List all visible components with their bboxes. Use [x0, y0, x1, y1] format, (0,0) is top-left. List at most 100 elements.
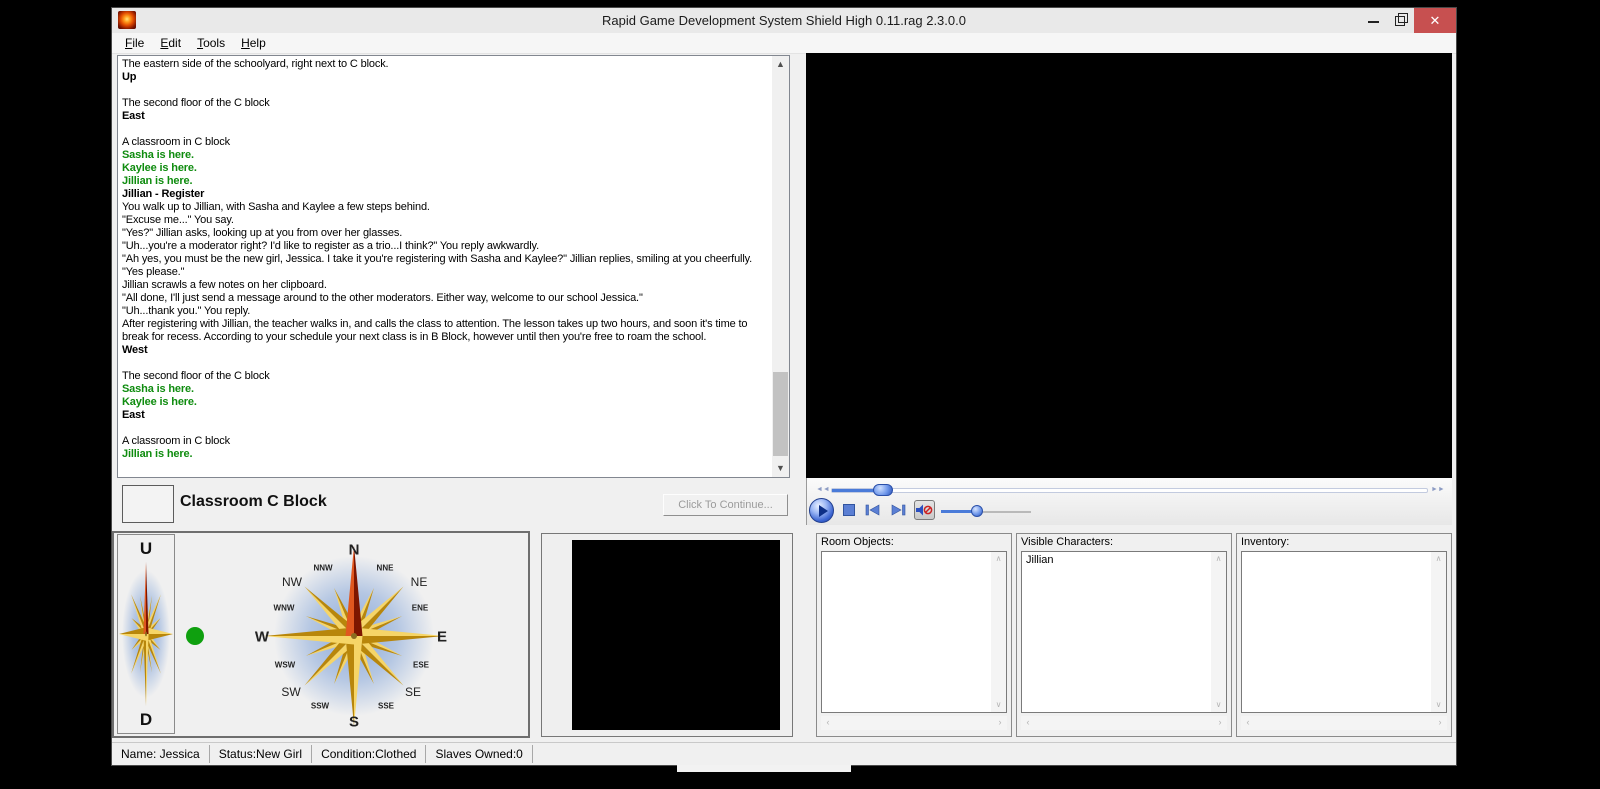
vertical-scrollbar[interactable]: ▲ ▼ [772, 56, 789, 477]
story-line: East [122, 409, 771, 422]
window-title: Rapid Game Development System Shield Hig… [112, 8, 1456, 33]
updown-compass-needle [118, 535, 174, 733]
horizontal-scrollbar[interactable]: ‹ › [1241, 716, 1447, 730]
scroll-left-icon[interactable]: ‹ [821, 716, 835, 730]
next-button[interactable] [890, 504, 906, 516]
status-cell: Status:New Girl [210, 745, 312, 763]
story-line: You walk up to Jillian, with Sasha and K… [122, 201, 771, 214]
vertical-scrollbar[interactable]: ∧ ∨ [1211, 552, 1226, 712]
seek-slider-track[interactable] [831, 488, 1428, 493]
compass-point-ssw[interactable]: SSW [311, 702, 329, 711]
scroll-down-icon[interactable]: ∨ [1211, 698, 1226, 712]
compass-point-n[interactable]: N [349, 542, 360, 559]
story-line: Kaylee is here. [122, 162, 771, 175]
play-button[interactable] [809, 498, 834, 523]
story-line [122, 123, 771, 136]
scroll-left-icon[interactable]: ‹ [1021, 716, 1035, 730]
story-line: "All done, I'll just send a message arou… [122, 292, 771, 305]
vertical-scrollbar[interactable]: ∧ ∨ [991, 552, 1006, 712]
vertical-scrollbar[interactable]: ∧ ∨ [1431, 552, 1446, 712]
minimize-icon [1368, 21, 1379, 23]
fast-forward-icon[interactable]: ►► [1431, 486, 1445, 493]
compass-point-s[interactable]: S [349, 714, 359, 731]
scroll-down-icon[interactable]: ▼ [772, 460, 789, 477]
status-cell: Slaves Owned:0 [426, 745, 532, 763]
room-objects-panel: Room Objects: ∧ ∨ ‹ › [816, 533, 1012, 737]
compass-point-e[interactable]: E [437, 629, 447, 646]
scroll-up-icon[interactable]: ∧ [991, 552, 1006, 566]
story-line: A classroom in C block [122, 435, 771, 448]
story-text: The eastern side of the schoolyard, righ… [119, 57, 771, 476]
scrollbar-thumb[interactable] [773, 372, 788, 456]
story-line: "Uh...you're a moderator right? I'd like… [122, 240, 771, 253]
visible-characters-label: Visible Characters: [1021, 536, 1113, 548]
scroll-right-icon[interactable]: › [1213, 716, 1227, 730]
horizontal-scrollbar[interactable]: ‹ › [821, 716, 1007, 730]
menu-item-help[interactable]: Help [233, 33, 274, 53]
inventory-label: Inventory: [1241, 536, 1289, 548]
title-bar[interactable]: Rapid Game Development System Shield Hig… [112, 8, 1456, 34]
media-control-bar: ◄◄ ►► [806, 478, 1452, 525]
story-panel: The eastern side of the schoolyard, righ… [117, 55, 790, 478]
menu-item-edit[interactable]: Edit [152, 33, 189, 53]
scroll-down-icon[interactable]: ∨ [991, 698, 1006, 712]
menu-item-file[interactable]: File [117, 33, 152, 53]
story-line: The second floor of the C block [122, 370, 771, 383]
compass-point-nw[interactable]: NW [282, 575, 302, 589]
story-line: Jillian - Register [122, 188, 771, 201]
room-objects-list[interactable]: ∧ ∨ [821, 551, 1007, 713]
stop-button[interactable] [843, 504, 855, 516]
continue-button[interactable]: Click To Continue... [663, 494, 788, 516]
compass-point-ese[interactable]: ESE [413, 661, 429, 670]
close-icon: ✕ [1430, 13, 1441, 28]
restore-button[interactable] [1387, 8, 1414, 33]
volume-slider-thumb[interactable] [971, 505, 983, 517]
scroll-down-icon[interactable]: ∨ [1431, 698, 1446, 712]
story-line: Jillian scrawls a few notes on her clipb… [122, 279, 771, 292]
scroll-up-icon[interactable]: ▲ [772, 56, 789, 73]
story-line [122, 84, 771, 97]
seek-slider-thumb[interactable] [873, 484, 893, 496]
visible-characters-list[interactable]: Jillian ∧ ∨ [1021, 551, 1227, 713]
compass-point-nne[interactable]: NNE [377, 564, 394, 573]
scroll-up-icon[interactable]: ∧ [1431, 552, 1446, 566]
scroll-left-icon[interactable]: ‹ [1241, 716, 1255, 730]
story-line: "Ah yes, you must be the new girl, Jessi… [122, 253, 771, 266]
location-image-placeholder [122, 485, 174, 523]
compass-point-down[interactable]: D [118, 710, 174, 730]
story-line: Up [122, 71, 771, 84]
menu-item-tools[interactable]: Tools [189, 33, 233, 53]
story-line: The eastern side of the schoolyard, righ… [122, 58, 771, 71]
updown-compass: U D [117, 534, 175, 734]
compass-point-nnw[interactable]: NNW [313, 564, 332, 573]
minimize-button[interactable] [1360, 8, 1387, 33]
story-line [122, 357, 771, 370]
close-button[interactable]: ✕ [1414, 8, 1456, 33]
list-item[interactable]: Jillian [1023, 553, 1210, 567]
status-cell: Condition:Clothed [312, 745, 426, 763]
scroll-right-icon[interactable]: › [993, 716, 1007, 730]
compass-point-w[interactable]: W [255, 629, 269, 646]
scroll-up-icon[interactable]: ∧ [1211, 552, 1226, 566]
compass-point-se[interactable]: SE [405, 685, 421, 699]
menu-bar: FileEditToolsHelp [112, 33, 1456, 54]
mute-button[interactable] [914, 500, 935, 520]
compass-point-ne[interactable]: NE [411, 575, 428, 589]
play-icon [819, 505, 828, 517]
compass-point-wnw[interactable]: WNW [274, 604, 295, 613]
compass-point-wsw[interactable]: WSW [275, 661, 295, 670]
rewind-icon[interactable]: ◄◄ [816, 486, 830, 493]
inventory-panel: Inventory: ∧ ∨ ‹ › [1236, 533, 1452, 737]
story-line: After registering with Jillian, the teac… [122, 318, 771, 344]
story-line: "Excuse me..." You say. [122, 214, 771, 227]
compass-rose-panel: N NNW NNE NW NE WNW ENE W E WSW ESE SW SE SSW SSE S [176, 534, 528, 735]
compass-point-ene[interactable]: ENE [412, 604, 428, 613]
compass-point-sw[interactable]: SW [281, 685, 300, 699]
horizontal-scrollbar[interactable]: ‹ › [1021, 716, 1227, 730]
inventory-list[interactable]: ∧ ∨ [1241, 551, 1447, 713]
scroll-right-icon[interactable]: › [1433, 716, 1447, 730]
mute-speaker-icon [915, 501, 934, 519]
compass-point-sse[interactable]: SSE [378, 702, 394, 711]
previous-button[interactable] [865, 504, 881, 516]
story-line: The second floor of the C block [122, 97, 771, 110]
